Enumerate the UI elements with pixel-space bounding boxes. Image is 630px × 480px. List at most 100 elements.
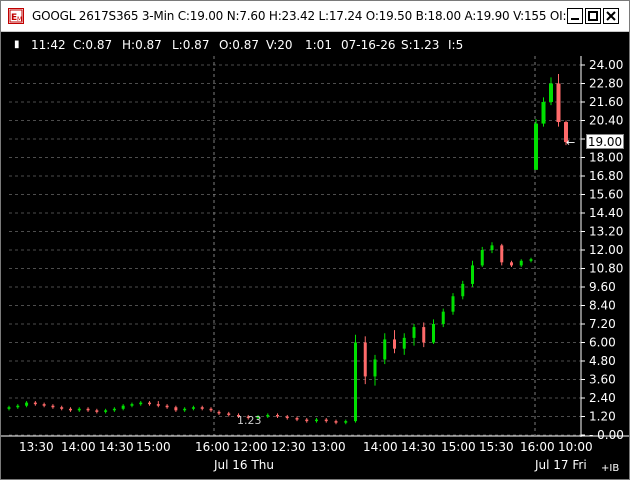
candle-body <box>480 250 484 266</box>
candle-body <box>33 402 37 405</box>
candle-body <box>556 83 561 123</box>
low-price-label: 1.23 <box>237 414 262 427</box>
info-time: 11:42 <box>31 38 66 52</box>
candle-body <box>77 408 81 411</box>
y-tick-label: - 0.00 <box>589 428 624 442</box>
candle-body <box>209 408 213 411</box>
candle-body <box>324 419 328 422</box>
close-icon <box>606 11 616 21</box>
candle-body <box>148 402 152 405</box>
info-low: L:0.87 <box>172 38 210 52</box>
y-tick-label: 20.40 <box>589 114 623 128</box>
y-tick-label: 14.40 <box>589 206 623 220</box>
candle-body <box>285 416 289 419</box>
info-date: 07-16-26 <box>341 38 396 52</box>
window-title: GOOGL 2617S365 3-Min C:19.00 N:7.60 H:23… <box>32 9 574 23</box>
y-tick-label: 13.20 <box>589 225 623 239</box>
minimize-icon <box>571 18 579 20</box>
candle-body <box>471 265 474 284</box>
candle-body <box>354 342 357 422</box>
candle-body <box>7 407 11 409</box>
candle-body <box>519 260 523 266</box>
candle-body <box>227 413 231 415</box>
candle-body <box>104 410 108 412</box>
maximize-icon <box>588 11 598 21</box>
candle-body <box>441 311 445 324</box>
info-high: H:0.87 <box>122 38 162 52</box>
y-tick-label: 4.80 <box>589 354 616 368</box>
candle-body <box>334 421 338 423</box>
x-date-label: Jul 17 Fri <box>534 458 587 472</box>
close-button[interactable] <box>603 8 619 24</box>
candle-body <box>393 339 396 349</box>
x-tick-label: 15:30 <box>479 440 514 454</box>
candle-body <box>412 327 416 338</box>
info-open: O:0.87 <box>219 38 259 52</box>
candle-body <box>16 405 20 408</box>
price-chart[interactable]: 24.0022.8021.6020.4019.2018.0016.8015.60… <box>1 56 629 479</box>
x-tick-label: 15:00 <box>441 440 476 454</box>
y-tick-label: 24.00 <box>589 58 623 72</box>
app-chart-icon: E M <box>8 8 24 24</box>
candle-body <box>529 259 533 261</box>
candle-body <box>344 421 348 423</box>
candle-body <box>510 262 513 266</box>
candle-body <box>121 405 125 409</box>
candle-body <box>383 339 387 360</box>
cursor-marker: ▮ <box>14 39 20 50</box>
candle-body <box>156 404 160 406</box>
candle-body <box>276 414 279 417</box>
y-tick-label: 7.20 <box>589 317 616 331</box>
y-tick-label: 1.20 <box>589 410 616 424</box>
candle-body <box>68 408 72 411</box>
last-price-marker: ← <box>566 136 575 149</box>
candle-body <box>422 327 426 343</box>
candle-body <box>266 414 270 417</box>
info-tick: 1:01 <box>305 38 332 52</box>
candle-body <box>402 337 406 349</box>
candle-body <box>451 296 455 312</box>
x-tick-label: 14:00 <box>61 440 96 454</box>
ib-corner-label: +IB <box>601 463 620 474</box>
x-date-label: Jul 16 Thu <box>213 458 274 472</box>
candle-body <box>549 83 553 102</box>
title-bar[interactable]: E M GOOGL 2617S365 3-Min C:19.00 N:7.60 … <box>1 1 629 32</box>
y-tick-label: 6.00 <box>589 336 616 350</box>
candle-body <box>500 245 504 263</box>
candle-body <box>200 407 204 409</box>
x-tick-label: 12:00 <box>233 440 268 454</box>
info-interval: I:5 <box>448 38 464 52</box>
chart-window: E M GOOGL 2617S365 3-Min C:19.00 N:7.60 … <box>0 0 630 480</box>
x-tick-label: 13:00 <box>311 440 346 454</box>
candle-body <box>534 123 538 170</box>
info-close: C:0.87 <box>73 38 113 52</box>
x-tick-label: 14:30 <box>99 440 134 454</box>
bar-info-strip: ▮ 11:42 C:0.87 H:0.87 L:0.87 O:0.87 V:20… <box>1 32 629 56</box>
svg-text:M: M <box>17 16 22 23</box>
y-tick-label: 3.60 <box>589 373 616 387</box>
candle-body <box>363 342 367 377</box>
y-tick-label: 15.60 <box>589 188 623 202</box>
x-tick-label: 12:30 <box>271 440 306 454</box>
candle-body <box>541 102 546 124</box>
minimize-button[interactable] <box>567 8 583 24</box>
y-tick-label: 2.40 <box>589 391 616 405</box>
candle-body <box>165 405 169 408</box>
last-price-tag: 19.00 <box>586 134 624 149</box>
candle-body <box>25 402 29 406</box>
x-tick-label: 10:00 <box>558 440 593 454</box>
maximize-button[interactable] <box>585 8 601 24</box>
candle-body <box>373 359 377 377</box>
x-tick-label: 15:00 <box>136 440 171 454</box>
x-tick-label: 16:00 <box>520 440 555 454</box>
candle-body <box>461 283 465 297</box>
candle-body <box>95 410 99 412</box>
y-tick-label: 16.80 <box>589 169 623 183</box>
y-tick-label: 21.60 <box>589 95 623 109</box>
y-tick-label: 18.00 <box>589 151 623 165</box>
x-tick-label: 14:00 <box>363 440 398 454</box>
candle-body <box>315 419 318 422</box>
candle-body <box>217 411 221 414</box>
candle-body <box>174 407 178 411</box>
candle-body <box>139 402 143 405</box>
